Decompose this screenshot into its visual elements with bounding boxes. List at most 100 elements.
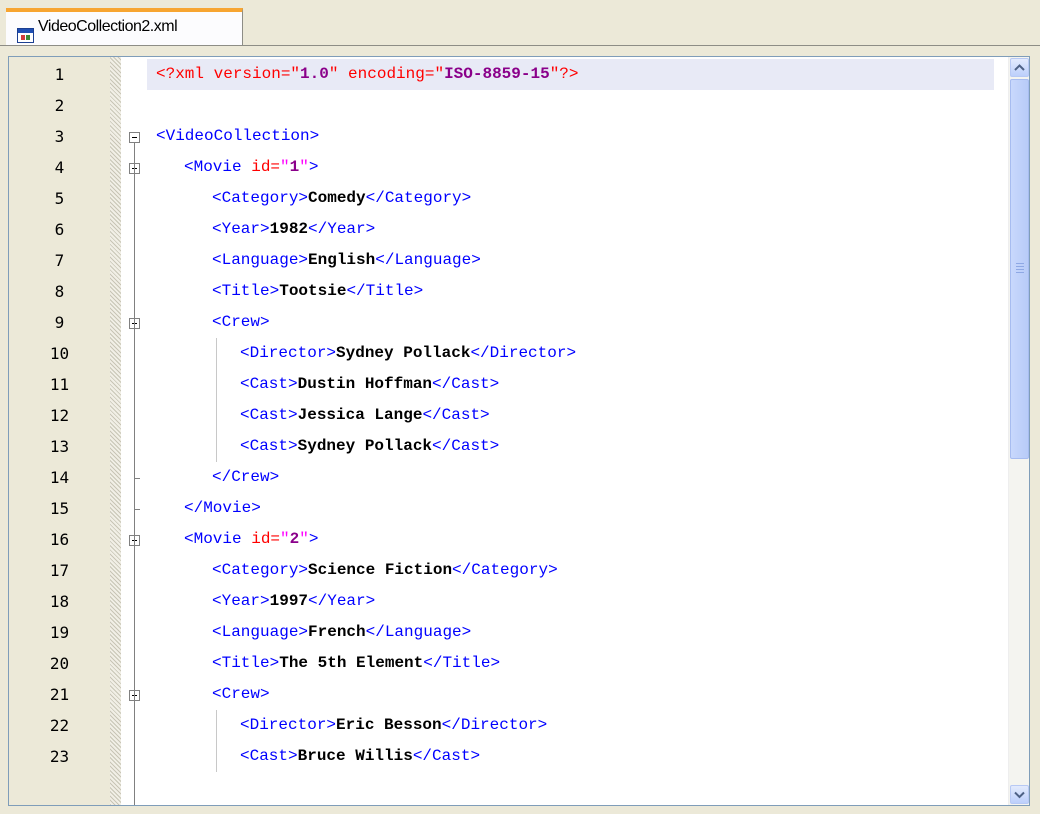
- token-tag: </Language>: [375, 251, 481, 269]
- token-val: 1.0: [300, 65, 329, 83]
- token-tag: <Category>: [212, 561, 309, 579]
- line-number: 21: [49, 685, 70, 704]
- token-pi: "?>: [549, 65, 579, 83]
- token-txt: Science Fiction: [308, 561, 453, 579]
- token-tag: <VideoCollection>: [156, 127, 320, 145]
- line-number: 17: [49, 561, 70, 580]
- code-text: <Title>The 5th Element</Title>: [212, 648, 500, 679]
- indent-guide: [216, 338, 217, 462]
- fold-end-tick: [134, 477, 140, 479]
- code-line[interactable]: 22 <Director>Eric Besson</Director>: [9, 710, 994, 741]
- fold-end-tick: [134, 508, 140, 510]
- token-tag: </Cast>: [432, 375, 500, 393]
- code-text: <Cast>Sydney Pollack</Cast>: [240, 431, 499, 462]
- code-line[interactable]: 9 <Crew>: [9, 307, 994, 338]
- token-tag: </Cast>: [412, 747, 481, 765]
- token-txt: French: [308, 623, 366, 641]
- token-pi: " encoding=": [328, 65, 445, 83]
- code-line[interactable]: 20 <Title>The 5th Element</Title>: [9, 648, 994, 679]
- line-number: 3: [54, 127, 65, 146]
- token-q: ": [299, 158, 309, 176]
- token-val: 1: [289, 158, 300, 176]
- code-text: <Director>Sydney Pollack</Director>: [240, 338, 576, 369]
- code-text: <VideoCollection>: [156, 121, 319, 152]
- code-line[interactable]: 10 <Director>Sydney Pollack</Director>: [9, 338, 994, 369]
- token-tag: <Year>: [212, 592, 270, 610]
- line-background: [147, 493, 994, 524]
- code-text: <Category>Science Fiction</Category>: [212, 555, 558, 586]
- code-line[interactable]: 2: [9, 90, 994, 121]
- xml-file-icon: [17, 28, 34, 43]
- line-number: 11: [49, 375, 70, 394]
- code-line[interactable]: 15 </Movie>: [9, 493, 994, 524]
- token-tag: <Title>: [212, 282, 280, 300]
- code-line[interactable]: 5 <Category>Comedy</Category>: [9, 183, 994, 214]
- code-text: <Movie id="1">: [184, 152, 318, 183]
- token-txt: Bruce Willis: [297, 747, 413, 765]
- code-text: <Language>English</Language>: [212, 245, 481, 276]
- code-text: <Year>1997</Year>: [212, 586, 375, 617]
- token-tag: </Director>: [470, 344, 577, 362]
- code-line[interactable]: 7 <Language>English</Language>: [9, 245, 994, 276]
- vertical-scrollbar[interactable]: [1008, 57, 1029, 805]
- token-tag: <Language>: [212, 251, 309, 269]
- code-line[interactable]: 1 <?xml version="1.0" encoding="ISO-8859-…: [9, 59, 994, 90]
- code-line[interactable]: 13 <Cast>Sydney Pollack</Cast>: [9, 431, 994, 462]
- scroll-up-button[interactable]: [1010, 58, 1029, 77]
- line-number: 20: [49, 654, 70, 673]
- token-tag: <Title>: [212, 654, 280, 672]
- code-line[interactable]: 18 <Year>1997</Year>: [9, 586, 994, 617]
- token-txt: Tootsie: [279, 282, 347, 300]
- scroll-thumb[interactable]: [1010, 79, 1029, 459]
- token-tag: </Year>: [308, 220, 376, 238]
- token-txt: Jessica Lange: [297, 406, 423, 424]
- token-tag: <Cast>: [240, 406, 298, 424]
- line-number: 14: [49, 468, 70, 487]
- token-attr: id=: [251, 530, 281, 548]
- scroll-down-button[interactable]: [1010, 785, 1029, 804]
- code-line[interactable]: 6 <Year>1982</Year>: [9, 214, 994, 245]
- token-txt: Sydney Pollack: [297, 437, 433, 455]
- line-number: 7: [54, 251, 65, 270]
- code-text: <Cast>Dustin Hoffman</Cast>: [240, 369, 499, 400]
- tab-divider: [0, 45, 1040, 46]
- code-line[interactable]: 3 <VideoCollection>: [9, 121, 994, 152]
- token-tag: </Title>: [346, 282, 424, 300]
- code-text: <Title>Tootsie</Title>: [212, 276, 423, 307]
- code-line[interactable]: 23 <Cast>Bruce Willis</Cast>: [9, 741, 994, 772]
- token-q: ": [280, 530, 290, 548]
- code-text: <Director>Eric Besson</Director>: [240, 710, 547, 741]
- code-line[interactable]: 16 <Movie id="2">: [9, 524, 994, 555]
- code-line[interactable]: 11 <Cast>Dustin Hoffman</Cast>: [9, 369, 994, 400]
- line-number: 9: [54, 313, 65, 332]
- code-line[interactable]: 14 </Crew>: [9, 462, 994, 493]
- code-text: <Cast>Bruce Willis</Cast>: [240, 741, 480, 772]
- xml-editor[interactable]: 1 <?xml version="1.0" encoding="ISO-8859-…: [8, 56, 1030, 806]
- code-line[interactable]: 12 <Cast>Jessica Lange</Cast>: [9, 400, 994, 431]
- tab-label: VideoCollection2.xml: [38, 18, 178, 35]
- line-number: 5: [54, 189, 65, 208]
- line-background: [147, 679, 994, 710]
- fold-collapse-button[interactable]: [129, 131, 140, 143]
- token-tag: <Movie: [184, 158, 252, 176]
- code-text: <Crew>: [212, 679, 270, 710]
- token-tag: </Director>: [441, 716, 548, 734]
- tab-strip: VideoCollection2.xml: [0, 0, 1040, 46]
- token-tag: <Director>: [240, 344, 337, 362]
- token-val: 2: [289, 530, 300, 548]
- code-line[interactable]: 19 <Language>French</Language>: [9, 617, 994, 648]
- token-tag: </Cast>: [422, 406, 490, 424]
- tab-videocollection2-xml[interactable]: VideoCollection2.xml: [6, 8, 243, 46]
- line-number: 18: [49, 592, 70, 611]
- code-line[interactable]: 17 <Category>Science Fiction</Category>: [9, 555, 994, 586]
- token-tag: </Language>: [365, 623, 472, 641]
- code-line[interactable]: 8 <Title>Tootsie</Title>: [9, 276, 994, 307]
- token-txt: Sydney Pollack: [336, 344, 471, 362]
- code-text: <Year>1982</Year>: [212, 214, 375, 245]
- code-text: <Category>Comedy</Category>: [212, 183, 471, 214]
- code-line[interactable]: 4 <Movie id="1">: [9, 152, 994, 183]
- line-background: [147, 90, 994, 121]
- token-attr: id=: [251, 158, 281, 176]
- code-line[interactable]: 21 <Crew>: [9, 679, 994, 710]
- token-tag: <Movie: [184, 530, 252, 548]
